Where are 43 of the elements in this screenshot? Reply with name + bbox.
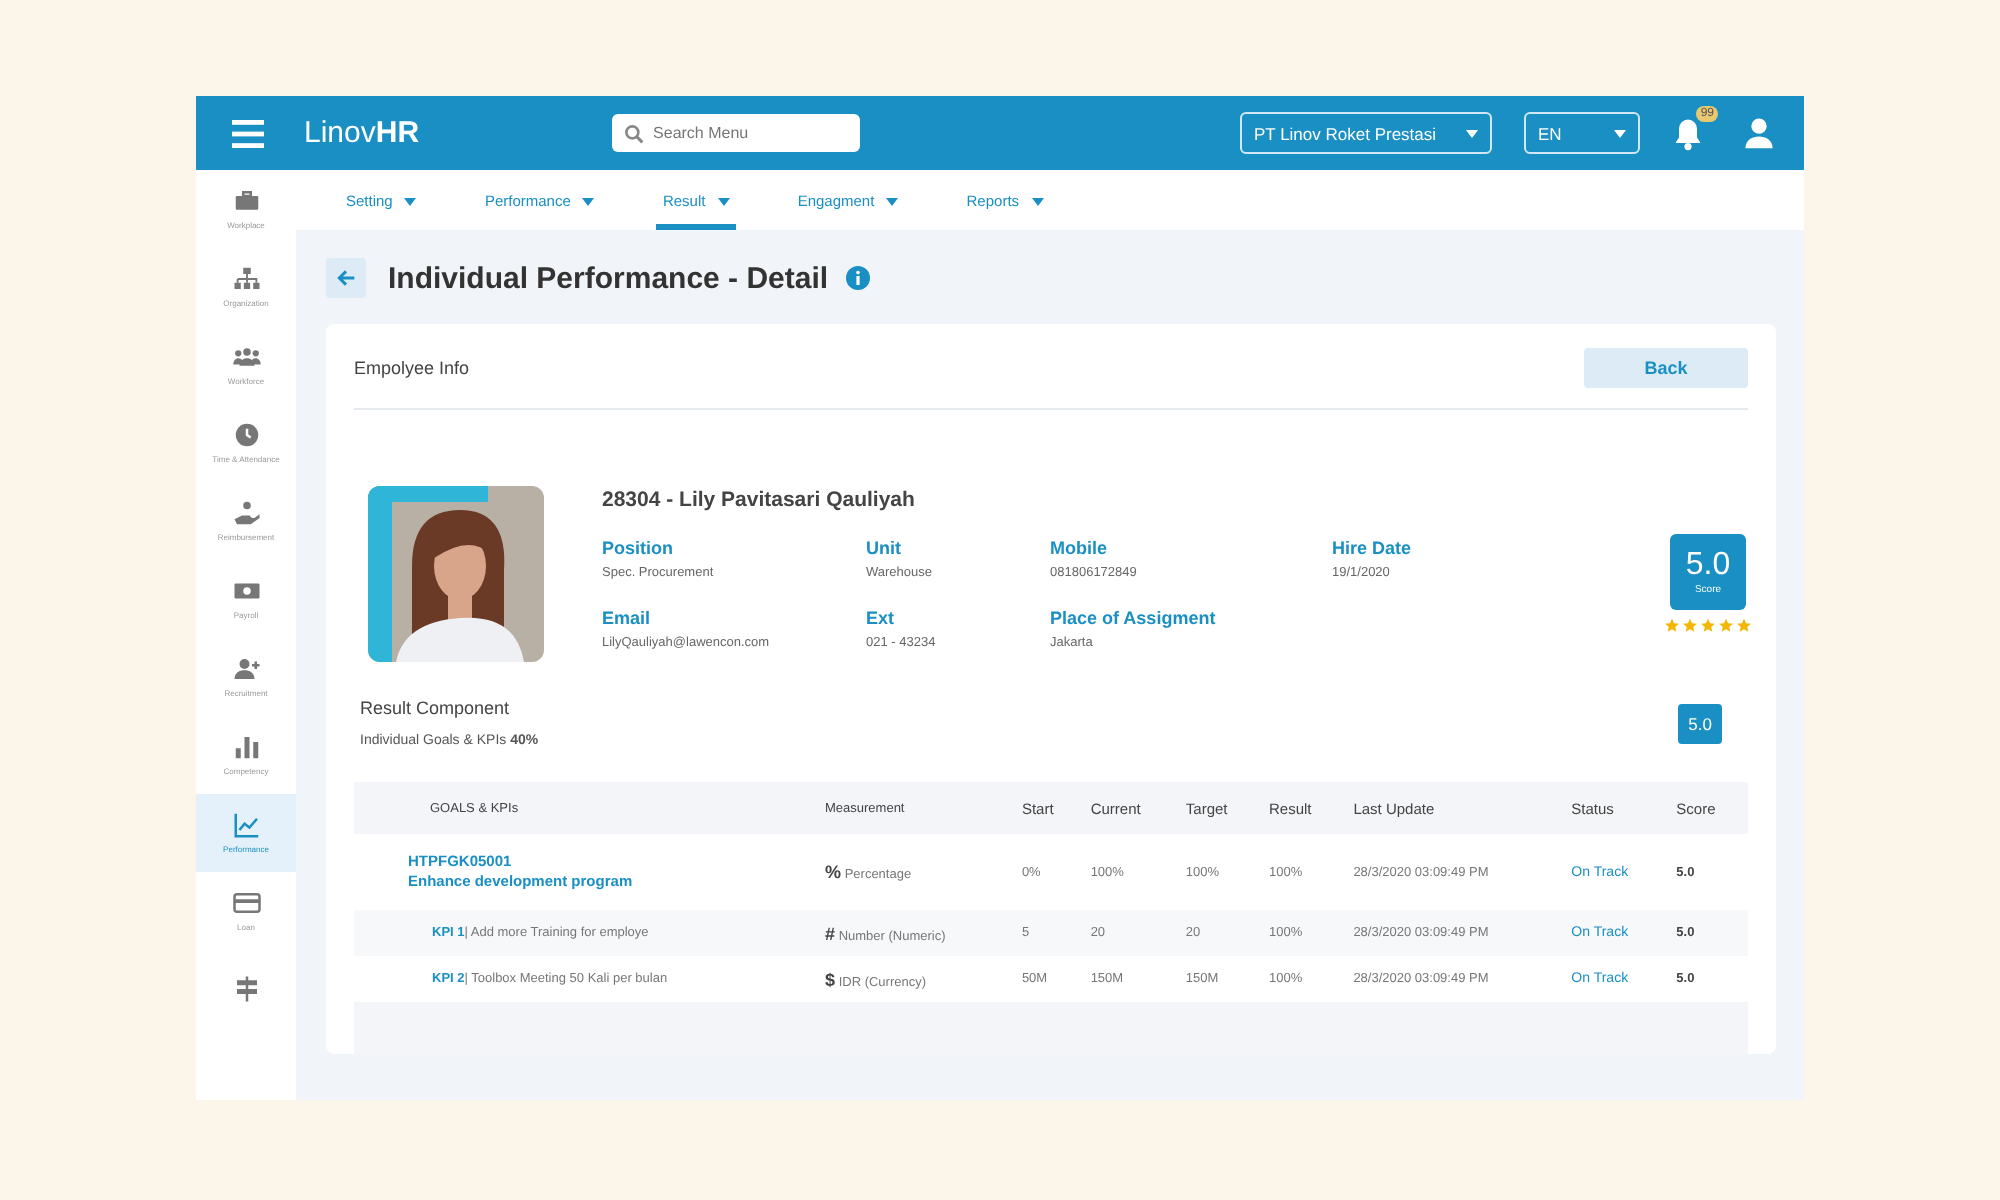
info-icon[interactable] — [846, 266, 871, 290]
line-chart-icon — [231, 810, 261, 841]
bell-icon[interactable] — [1670, 115, 1706, 151]
caret-icon — [886, 197, 899, 206]
measurement-icon: $ — [825, 969, 836, 989]
arrow-left-icon — [336, 268, 356, 288]
measurement-icon: % — [825, 862, 842, 882]
section-title: Result Component — [360, 698, 512, 718]
field-label: Position — [602, 538, 675, 558]
caret-icon — [582, 197, 595, 206]
signpost-icon — [231, 974, 261, 1004]
measurement-icon: # — [825, 923, 836, 943]
caret-icon — [1466, 129, 1478, 137]
caret-icon — [717, 197, 730, 206]
card-icon — [231, 888, 261, 919]
logo: LinovHR — [304, 116, 420, 150]
score-value: 5.0 — [1685, 548, 1731, 584]
caret-icon — [1031, 197, 1044, 206]
field-label: Unit — [866, 538, 903, 558]
field-label: Email — [602, 608, 653, 628]
employee-name: 28304 - Lily Pavitasari Qauliyah — [602, 488, 917, 512]
field-label: Mobile — [1050, 538, 1109, 558]
menu-icon[interactable] — [232, 119, 264, 147]
clock-icon — [231, 420, 261, 451]
language-dropdown[interactable]: EN — [1524, 112, 1640, 154]
caret-icon — [1614, 129, 1626, 137]
page-title: Individual Performance - Detail — [388, 261, 829, 295]
search-field[interactable]: Search Menu — [611, 114, 860, 152]
bar-chart-icon — [231, 732, 261, 763]
section-title: Empolyee Info — [354, 358, 470, 378]
back-arrow-button[interactable] — [326, 258, 366, 298]
back-button[interactable]: Back — [1584, 348, 1748, 388]
user-icon[interactable] — [1742, 116, 1776, 150]
hand-coin-icon — [231, 498, 261, 529]
company-dropdown[interactable]: PT Linov Roket Prestasi — [1240, 112, 1492, 154]
field-label: Ext — [866, 608, 897, 628]
search-icon — [623, 123, 644, 143]
field-label: Place of Assigment — [1050, 608, 1218, 628]
score-badge: 5.0 — [1678, 703, 1722, 743]
add-user-icon — [231, 654, 261, 685]
caret-icon — [404, 197, 417, 206]
field-label: Hire Date — [1332, 538, 1414, 558]
org-chart-icon — [231, 264, 261, 295]
